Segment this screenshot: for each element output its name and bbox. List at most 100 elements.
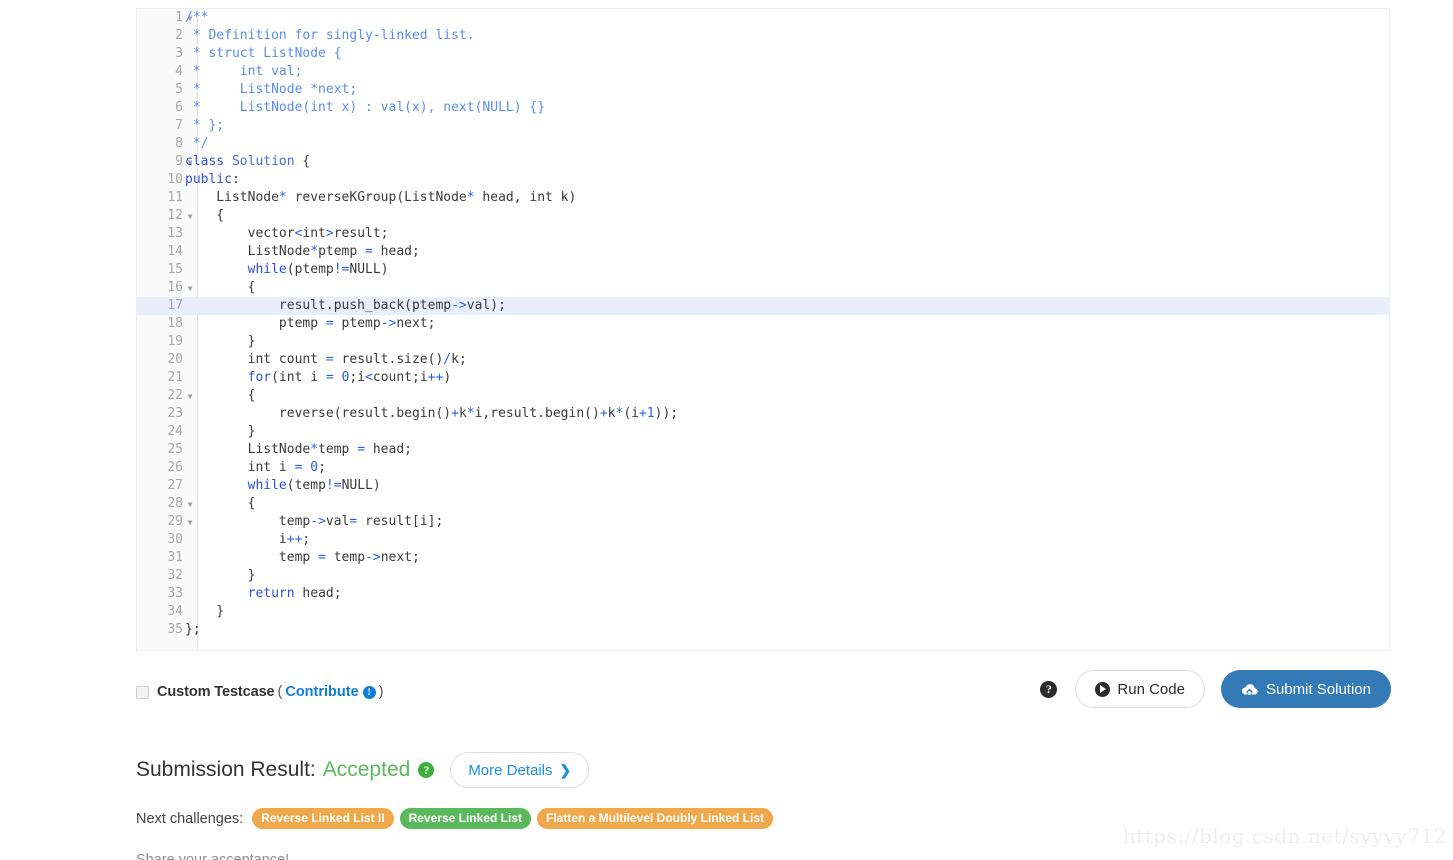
- code-line[interactable]: 12 ▼ {: [137, 207, 1389, 225]
- code-line-highlight: [137, 603, 1389, 621]
- code-line[interactable]: 4 * int val;: [137, 63, 1389, 81]
- code-line-highlight: [137, 423, 1389, 441]
- question-mark-circle-icon[interactable]: ?: [418, 762, 435, 778]
- code-line[interactable]: 28 ▼ {: [137, 495, 1389, 513]
- share-acceptance-text: Share your acceptance!: [136, 852, 290, 860]
- code-editor-panel[interactable]: 1 ▼/** 2 * Definition for singly-linked li…: [136, 8, 1390, 651]
- code-line[interactable]: 27 while(temp!=NULL): [137, 477, 1389, 495]
- line-number: 24: [167, 424, 183, 439]
- run-code-button[interactable]: Run Code: [1075, 670, 1205, 708]
- challenge-badge[interactable]: Flatten a Multilevel Doubly Linked List: [536, 808, 774, 829]
- code-line-text: {: [185, 388, 256, 403]
- code-line-highlight: [137, 387, 1389, 405]
- submit-solution-label: Submit Solution: [1265, 680, 1371, 698]
- code-line-highlight: [137, 279, 1389, 297]
- code-line[interactable]: 25 ListNode*temp = head;: [137, 441, 1389, 459]
- code-line-text: }: [185, 568, 256, 583]
- code-line[interactable]: 9 ▼ class Solution {: [137, 153, 1389, 171]
- line-number: 20: [167, 352, 183, 367]
- custom-testcase-checkbox[interactable]: [136, 685, 149, 699]
- code-line[interactable]: 15 while(ptemp!=NULL): [137, 261, 1389, 279]
- custom-testcase-group: Custom Testcase ( Contribute ! ): [136, 684, 386, 700]
- line-number: 8: [175, 136, 183, 151]
- watermark-url: https://blog.csdn.net/syyyy712: [1122, 824, 1447, 848]
- code-line[interactable]: 1 ▼/**: [137, 9, 1389, 27]
- code-line-text: int count = result.size()/k;: [185, 352, 467, 367]
- code-line[interactable]: 33 return head;: [137, 585, 1389, 603]
- code-editor-scroll-area[interactable]: 1 ▼/** 2 * Definition for singly-linked li…: [137, 9, 1389, 650]
- code-line-text: reverse(result.begin()+k*i,result.begin(…: [185, 406, 679, 421]
- code-line[interactable]: 16 ▼ {: [137, 279, 1389, 297]
- code-line[interactable]: 13 vector<int>result;: [137, 225, 1389, 243]
- line-number: 10: [167, 172, 183, 187]
- info-icon[interactable]: !: [362, 685, 376, 699]
- code-line[interactable]: 23 reverse(result.begin()+k*i,result.beg…: [137, 405, 1389, 423]
- line-number: 4: [175, 64, 183, 79]
- submit-solution-button[interactable]: Submit Solution: [1220, 670, 1391, 708]
- code-line[interactable]: 35};: [137, 621, 1389, 639]
- code-line[interactable]: 34 }: [137, 603, 1389, 621]
- line-number: 6: [175, 100, 183, 115]
- code-line-text: }: [185, 424, 256, 439]
- code-line-text: ListNode*ptemp = head;: [185, 244, 420, 259]
- line-number: 18: [167, 316, 183, 331]
- code-line[interactable]: 2 * Definition for singly-linked list.: [137, 27, 1389, 45]
- code-line[interactable]: 30 i++;: [137, 531, 1389, 549]
- code-line-highlight: [137, 9, 1389, 27]
- code-line-text: i++;: [185, 532, 311, 547]
- code-line[interactable]: 19 }: [137, 333, 1389, 351]
- line-number: 11: [167, 190, 183, 205]
- code-line-text: while(ptemp!=NULL): [247, 262, 389, 277]
- contribute-link[interactable]: Contribute: [285, 684, 358, 700]
- code-line[interactable]: 8 */: [137, 135, 1389, 153]
- code-line-text: * struct ListNode {: [185, 46, 342, 61]
- line-number: 22: [167, 388, 183, 403]
- code-line[interactable]: 32 }: [137, 567, 1389, 585]
- line-number: 30: [167, 532, 183, 547]
- code-line[interactable]: 31 temp = temp->next;: [137, 549, 1389, 567]
- code-line[interactable]: 18 ptemp = ptemp->next;: [137, 315, 1389, 333]
- code-line[interactable]: 14 ListNode*ptemp = head;: [137, 243, 1389, 261]
- line-number: 5: [175, 82, 183, 97]
- line-number: 27: [167, 478, 183, 493]
- code-line-text: };: [185, 622, 201, 637]
- code-line-text: * ListNode(int x) : val(x), next(NULL) {…: [185, 100, 546, 115]
- question-mark-icon[interactable]: ?: [1040, 680, 1058, 698]
- challenge-badge[interactable]: Reverse Linked List II: [252, 808, 394, 829]
- code-line[interactable]: 10 public:: [137, 171, 1389, 189]
- close-paren: ): [378, 684, 384, 700]
- code-line-text: while(temp!=NULL): [247, 478, 381, 493]
- line-number: 2: [175, 28, 183, 43]
- open-paren: (: [277, 684, 283, 700]
- run-code-label: Run Code: [1117, 680, 1185, 698]
- challenge-badge[interactable]: Reverse Linked List: [399, 808, 531, 829]
- line-number: 12: [167, 208, 183, 223]
- line-number: 35: [167, 622, 183, 637]
- code-line-text: /**: [185, 10, 209, 25]
- code-line[interactable]: 24 }: [137, 423, 1389, 441]
- code-line[interactable]: 3 * struct ListNode {: [137, 45, 1389, 63]
- code-line[interactable]: 7 * };: [137, 117, 1389, 135]
- line-number: 3: [175, 46, 183, 61]
- next-challenges-label: Next challenges:: [136, 810, 244, 827]
- code-line[interactable]: 29 ▼ temp->val= result[i];: [137, 513, 1389, 531]
- code-line[interactable]: 22 ▼ {: [137, 387, 1389, 405]
- code-lines-container[interactable]: 1 ▼/** 2 * Definition for singly-linked li…: [137, 9, 1389, 639]
- code-line-highlight: [137, 171, 1389, 189]
- line-number: 1: [175, 10, 183, 25]
- code-line-highlight: [137, 117, 1389, 135]
- code-line[interactable]: 11 ListNode* reverseKGroup(ListNode* hea…: [137, 189, 1389, 207]
- more-details-button[interactable]: More Details ❯: [450, 752, 590, 788]
- code-line-text: vector<int>result;: [185, 226, 389, 241]
- code-line-text: }: [185, 334, 256, 349]
- code-line[interactable]: 17 result.push_back(ptemp->val);: [137, 297, 1389, 315]
- code-line[interactable]: 5 * ListNode *next;: [137, 81, 1389, 99]
- code-line-text: class Solution {: [185, 154, 311, 169]
- code-line[interactable]: 20 int count = result.size()/k;: [137, 351, 1389, 369]
- code-line[interactable]: 21 for(int i = 0;i<count;i++): [137, 369, 1389, 387]
- play-circle-icon: [1095, 681, 1111, 697]
- line-number: 31: [167, 550, 183, 565]
- code-line[interactable]: 6 * ListNode(int x) : val(x), next(NULL)…: [137, 99, 1389, 117]
- code-line-text: for(int i = 0;i<count;i++): [247, 370, 452, 385]
- code-line[interactable]: 26 int i = 0;: [137, 459, 1389, 477]
